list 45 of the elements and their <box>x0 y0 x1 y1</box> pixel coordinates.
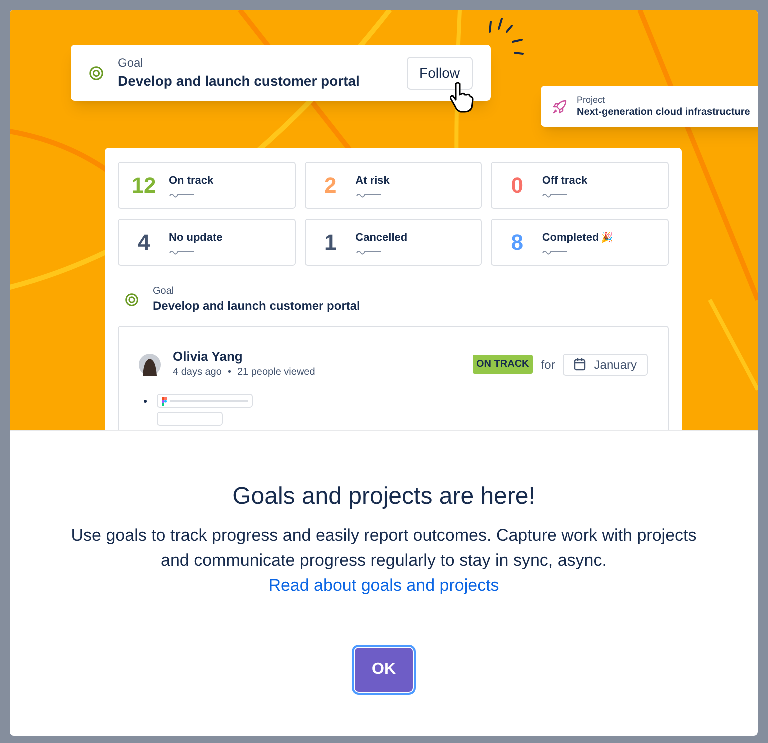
squiggle-icon <box>356 192 382 198</box>
ok-button[interactable]: OK <box>355 648 413 692</box>
stat-count: 4 <box>136 229 152 257</box>
stat-label: No update <box>169 231 223 246</box>
goal-title: Develop and launch customer portal <box>118 72 361 91</box>
read-more-link[interactable]: Read about goals and projects <box>268 576 500 595</box>
project-label: Project <box>577 94 606 106</box>
goal-label: Goal <box>153 286 176 298</box>
calendar-icon <box>574 358 586 371</box>
view-count: 21 people viewed <box>237 366 316 380</box>
author-name: Olivia Yang <box>173 349 244 365</box>
avatar <box>139 354 161 376</box>
status-lozenge: ON TRACK <box>472 355 534 374</box>
separator-dot: • <box>228 366 232 380</box>
squiggle-icon <box>356 248 382 255</box>
stat-count: 1 <box>324 229 338 257</box>
squiggle-icon <box>169 192 195 198</box>
period-field: January <box>563 354 648 376</box>
design-file-icon <box>162 396 167 406</box>
stat-count: 2 <box>324 172 338 200</box>
stat-label: On track <box>169 174 214 190</box>
target-icon <box>89 66 104 80</box>
stat-label: Cancelled <box>356 231 408 246</box>
goal-label: Goal <box>118 55 144 71</box>
squiggle-icon <box>169 248 195 255</box>
stat-count: 12 <box>131 172 157 200</box>
stat-label: Completed <box>542 231 600 246</box>
project-title: Next-generation cloud infrastructure <box>577 106 750 120</box>
target-icon <box>125 293 139 307</box>
bullet-dot-icon <box>144 400 147 402</box>
attachment-chip <box>157 412 223 426</box>
update-time: 4 days ago <box>173 366 222 380</box>
goal-title: Develop and launch customer portal <box>153 298 360 314</box>
rocket-icon <box>553 100 567 114</box>
squiggle-icon <box>542 248 568 255</box>
party-popper-icon: 🎉 <box>601 231 614 246</box>
for-text: for <box>541 356 556 374</box>
squiggle-icon <box>542 192 568 198</box>
stat-count: 0 <box>510 172 524 200</box>
stat-label: Off track <box>542 174 588 190</box>
dialog-description: Use goals to track progress and easily report outcomes. Capture work with projects and communicate progress regularly to stay in sync, async. Read about goals and projects <box>70 525 698 597</box>
stat-label: At risk <box>356 174 390 190</box>
follow-button[interactable]: Follow <box>406 56 473 90</box>
stat-count: 8 <box>510 229 524 257</box>
dialog-title: Goals and projects are here! <box>232 482 536 512</box>
